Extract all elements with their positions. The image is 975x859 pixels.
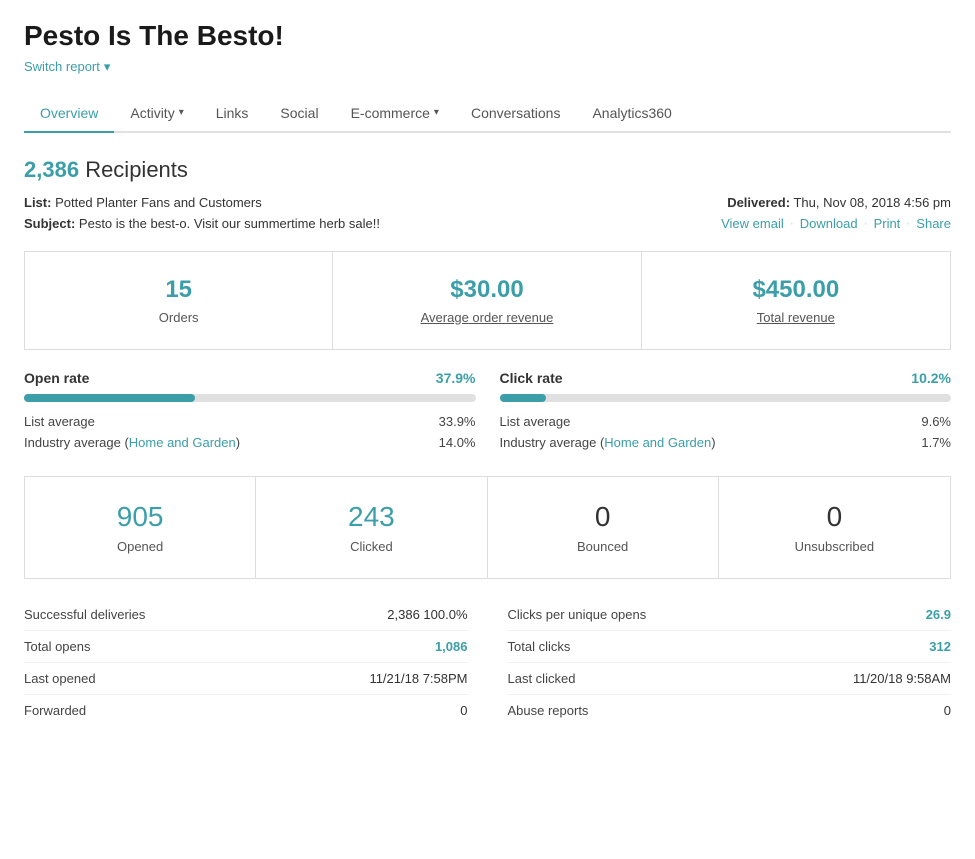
chevron-down-icon: ▾ [104,59,111,75]
tab-links[interactable]: Links [200,95,265,133]
open-rate-industry-avg: Industry average (Home and Garden) 14.0% [24,435,476,450]
click-rate-industry-link[interactable]: Home and Garden [604,435,711,450]
open-rate-list-avg: List average 33.9% [24,414,476,429]
successful-deliveries-row: Successful deliveries 2,386 100.0% [24,599,468,631]
tab-social[interactable]: Social [264,95,334,133]
bounced-count: 0 Bounced [488,477,719,578]
counts-grid: 905 Opened 243 Clicked 0 Bounced 0 Unsub… [24,476,951,579]
unsubscribed-count: 0 Unsubscribed [719,477,950,578]
bottom-left-col: Successful deliveries 2,386 100.0% Total… [24,599,468,726]
tab-activity[interactable]: Activity ▾ [114,95,199,133]
open-rate-value: 37.9% [436,370,476,386]
click-rate-industry-avg: Industry average (Home and Garden) 1.7% [500,435,952,450]
click-rate-progress-bg [500,394,952,402]
click-rate-value: 10.2% [911,370,951,386]
last-clicked-row: Last clicked 11/20/18 9:58AM [508,663,952,695]
meta-info: List: Potted Planter Fans and Customers … [24,195,951,231]
click-rate-block: Click rate 10.2% List average 9.6% Indus… [500,370,952,456]
open-rate-title: Open rate [24,370,89,386]
total-clicks-row: Total clicks 312 [508,631,952,663]
print-link[interactable]: Print [874,216,901,231]
action-links: View email · Download · Print · Share [721,216,951,231]
bottom-stats: Successful deliveries 2,386 100.0% Total… [24,599,951,726]
recipients-header: 2,386 Recipients [24,157,951,183]
open-rate-progress-bg [24,394,476,402]
last-opened-row: Last opened 11/21/18 7:58PM [24,663,468,695]
ecommerce-stats-grid: 15 Orders $30.00 Average order revenue $… [24,251,951,350]
abuse-reports-row: Abuse reports 0 [508,695,952,726]
open-rate-block: Open rate 37.9% List average 33.9% Indus… [24,370,476,456]
open-rate-progress-fill [24,394,195,402]
forwarded-row: Forwarded 0 [24,695,468,726]
bottom-right-col: Clicks per unique opens 26.9 Total click… [508,599,952,726]
chevron-down-icon: ▾ [434,107,439,118]
switch-report-button[interactable]: Switch report ▾ [24,59,110,75]
delivered-info: Delivered: Thu, Nov 08, 2018 4:56 pm [721,195,951,210]
subject-info: Subject: Pesto is the best-o. Visit our … [24,216,721,231]
download-link[interactable]: Download [800,216,858,231]
click-rate-list-avg: List average 9.6% [500,414,952,429]
click-rate-title: Click rate [500,370,563,386]
tab-conversations[interactable]: Conversations [455,95,577,133]
open-rate-industry-link[interactable]: Home and Garden [129,435,236,450]
tab-ecommerce[interactable]: E-commerce ▾ [335,95,455,133]
rates-section: Open rate 37.9% List average 33.9% Indus… [24,370,951,456]
click-rate-progress-fill [500,394,546,402]
total-opens-row: Total opens 1,086 [24,631,468,663]
list-info: List: Potted Planter Fans and Customers [24,195,721,210]
view-email-link[interactable]: View email [721,216,784,231]
avg-order-revenue-stat: $30.00 Average order revenue [333,252,641,349]
tab-analytics360[interactable]: Analytics360 [576,95,687,133]
tab-overview[interactable]: Overview [24,95,114,133]
chevron-down-icon: ▾ [179,107,184,118]
total-revenue-stat: $450.00 Total revenue [642,252,950,349]
opened-count: 905 Opened [25,477,256,578]
clicks-per-unique-opens-row: Clicks per unique opens 26.9 [508,599,952,631]
clicked-count: 243 Clicked [256,477,487,578]
orders-stat: 15 Orders [25,252,333,349]
nav-tabs: Overview Activity ▾ Links Social E-comme… [24,95,951,133]
page-title: Pesto Is The Besto! [24,20,951,52]
share-link[interactable]: Share [916,216,951,231]
